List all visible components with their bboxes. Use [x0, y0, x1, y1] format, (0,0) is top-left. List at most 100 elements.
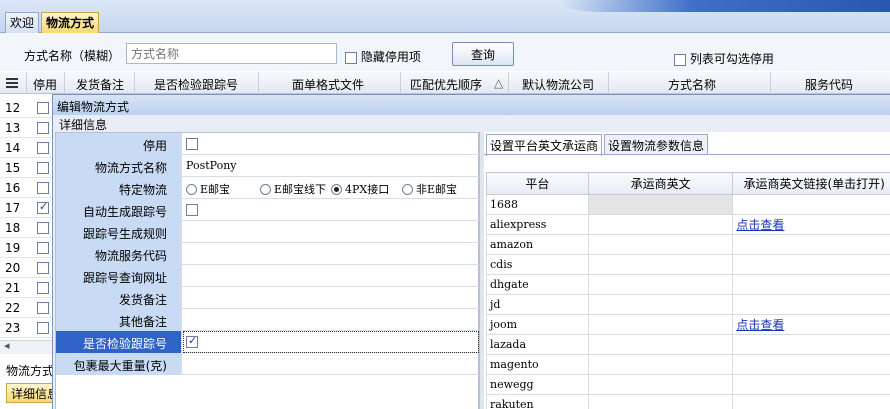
table-row[interactable]: 21: [0, 278, 52, 298]
table-row[interactable]: 1688: [486, 194, 890, 215]
radio-eub[interactable]: E邮宝: [186, 181, 230, 197]
method-name-field[interactable]: PostPony: [186, 159, 237, 172]
table-row[interactable]: 16: [0, 178, 52, 198]
tab-platform-carrier[interactable]: 设置平台英文承运商: [486, 134, 603, 156]
carrier-en-cell[interactable]: [587, 314, 734, 335]
grid-menu-icon[interactable]: [6, 78, 18, 88]
platform-cell[interactable]: aliexpress: [486, 214, 589, 235]
table-row[interactable]: newegg: [486, 374, 890, 395]
platform-cell[interactable]: newegg: [486, 374, 589, 395]
row-disabled-checkbox[interactable]: [37, 142, 49, 154]
carrier-link-cell[interactable]: [732, 274, 890, 295]
platform-cell[interactable]: jd: [486, 294, 589, 315]
carrier-link-cell[interactable]: 点击查看: [732, 214, 890, 235]
table-row[interactable]: 18: [0, 218, 52, 238]
row-disabled-checkbox[interactable]: [37, 242, 49, 254]
platform-cell[interactable]: rakuten: [486, 394, 589, 409]
column-default-carrier[interactable]: 默认物流公司: [522, 76, 594, 93]
carrier-en-cell[interactable]: [587, 334, 734, 355]
carrier-en-cell[interactable]: [587, 354, 734, 375]
platform-cell[interactable]: amazon: [486, 234, 589, 255]
platform-cell[interactable]: cdis: [486, 254, 589, 275]
horizontal-scrollbar[interactable]: [0, 339, 52, 354]
view-link[interactable]: 点击查看: [736, 218, 784, 232]
carrier-link-cell[interactable]: [732, 354, 890, 375]
verify-tracking-checkbox[interactable]: [186, 334, 198, 348]
radio-non-eub[interactable]: 非E邮宝: [402, 181, 457, 197]
list-checkable-checkbox[interactable]: 列表可勾选停用: [674, 50, 774, 67]
column-disabled[interactable]: 停用: [33, 76, 57, 93]
carrier-link-cell[interactable]: [732, 234, 890, 255]
table-row[interactable]: 19: [0, 238, 52, 258]
carrier-link-cell[interactable]: [732, 254, 890, 275]
hide-disabled-box[interactable]: [345, 51, 357, 64]
row-disabled-checkbox[interactable]: [37, 182, 49, 194]
table-row[interactable]: magento: [486, 354, 890, 375]
carrier-en-cell[interactable]: [587, 194, 734, 215]
table-row[interactable]: jd: [486, 294, 890, 315]
table-row[interactable]: aliexpress 点击查看: [486, 214, 890, 235]
table-row[interactable]: cdis: [486, 254, 890, 275]
column-method-name[interactable]: 方式名称: [668, 76, 716, 93]
auto-tracking-checkbox[interactable]: [186, 203, 198, 216]
carrier-en-cell[interactable]: [587, 254, 734, 275]
table-row[interactable]: rakuten: [486, 394, 890, 409]
list-checkable-box[interactable]: [674, 53, 686, 66]
table-row[interactable]: 13: [0, 118, 52, 138]
column-label-format[interactable]: 面单格式文件: [292, 76, 364, 93]
table-row[interactable]: joom 点击查看: [486, 314, 890, 335]
radio-circle[interactable]: [186, 184, 197, 195]
platform-cell[interactable]: lazada: [486, 334, 589, 355]
carrier-link-cell[interactable]: [732, 194, 890, 215]
carrier-en-cell[interactable]: [587, 234, 734, 255]
platform-cell[interactable]: magento: [486, 354, 589, 375]
carrier-en-cell[interactable]: [587, 394, 734, 409]
table-row[interactable]: amazon: [486, 234, 890, 255]
table-row[interactable]: 22: [0, 298, 52, 318]
carrier-en-cell[interactable]: [587, 214, 734, 235]
table-row[interactable]: 15: [0, 158, 52, 178]
carrier-link-cell[interactable]: [732, 394, 890, 409]
carrier-link-cell[interactable]: [732, 374, 890, 395]
radio-circle-selected[interactable]: [331, 184, 342, 195]
column-verify-tracking[interactable]: 是否检验跟踪号: [154, 76, 238, 93]
carrier-link-cell[interactable]: [732, 334, 890, 355]
row-disabled-checkbox[interactable]: [37, 302, 49, 314]
table-row[interactable]: dhgate: [486, 274, 890, 295]
tab-welcome[interactable]: 欢迎: [5, 12, 40, 33]
radio-circle[interactable]: [260, 184, 271, 195]
platform-cell[interactable]: dhgate: [486, 274, 589, 295]
row-disabled-checkbox[interactable]: [37, 200, 49, 214]
view-link[interactable]: 点击查看: [736, 318, 784, 332]
row-disabled-checkbox[interactable]: [37, 122, 49, 134]
carrier-link-cell[interactable]: [732, 294, 890, 315]
column-ship-note[interactable]: 发货备注: [76, 76, 124, 93]
table-row[interactable]: lazada: [486, 334, 890, 355]
table-row[interactable]: 23: [0, 318, 52, 338]
hide-disabled-checkbox[interactable]: 隐藏停用项: [345, 48, 421, 65]
radio-4px[interactable]: 4PX接口: [331, 181, 389, 197]
carrier-en-cell[interactable]: [587, 374, 734, 395]
table-row[interactable]: 14: [0, 138, 52, 158]
row-disabled-checkbox[interactable]: [37, 322, 49, 334]
disabled-checkbox[interactable]: [186, 137, 198, 150]
row-disabled-checkbox[interactable]: [37, 102, 49, 114]
carrier-en-cell[interactable]: [587, 274, 734, 295]
column-match-priority[interactable]: 匹配优先顺序: [410, 76, 482, 93]
carrier-en-cell[interactable]: [587, 294, 734, 315]
header-platform[interactable]: 平台: [486, 172, 589, 195]
row-disabled-checkbox[interactable]: [37, 162, 49, 174]
radio-eub-offline[interactable]: E邮宝线下: [260, 181, 326, 197]
platform-cell[interactable]: joom: [486, 314, 589, 335]
row-disabled-checkbox[interactable]: [37, 262, 49, 274]
query-button[interactable]: 查询: [452, 42, 514, 66]
header-carrier-en[interactable]: 承运商英文: [587, 172, 734, 195]
table-row[interactable]: 12: [0, 98, 52, 118]
table-row[interactable]: 17: [0, 198, 52, 218]
row-disabled-checkbox[interactable]: [37, 282, 49, 294]
radio-circle[interactable]: [402, 184, 413, 195]
row-disabled-checkbox[interactable]: [37, 222, 49, 234]
tab-logistics-params[interactable]: 设置物流参数信息: [604, 134, 709, 154]
tab-logistics-methods[interactable]: 物流方式: [41, 12, 100, 33]
platform-cell[interactable]: 1688: [486, 194, 589, 215]
